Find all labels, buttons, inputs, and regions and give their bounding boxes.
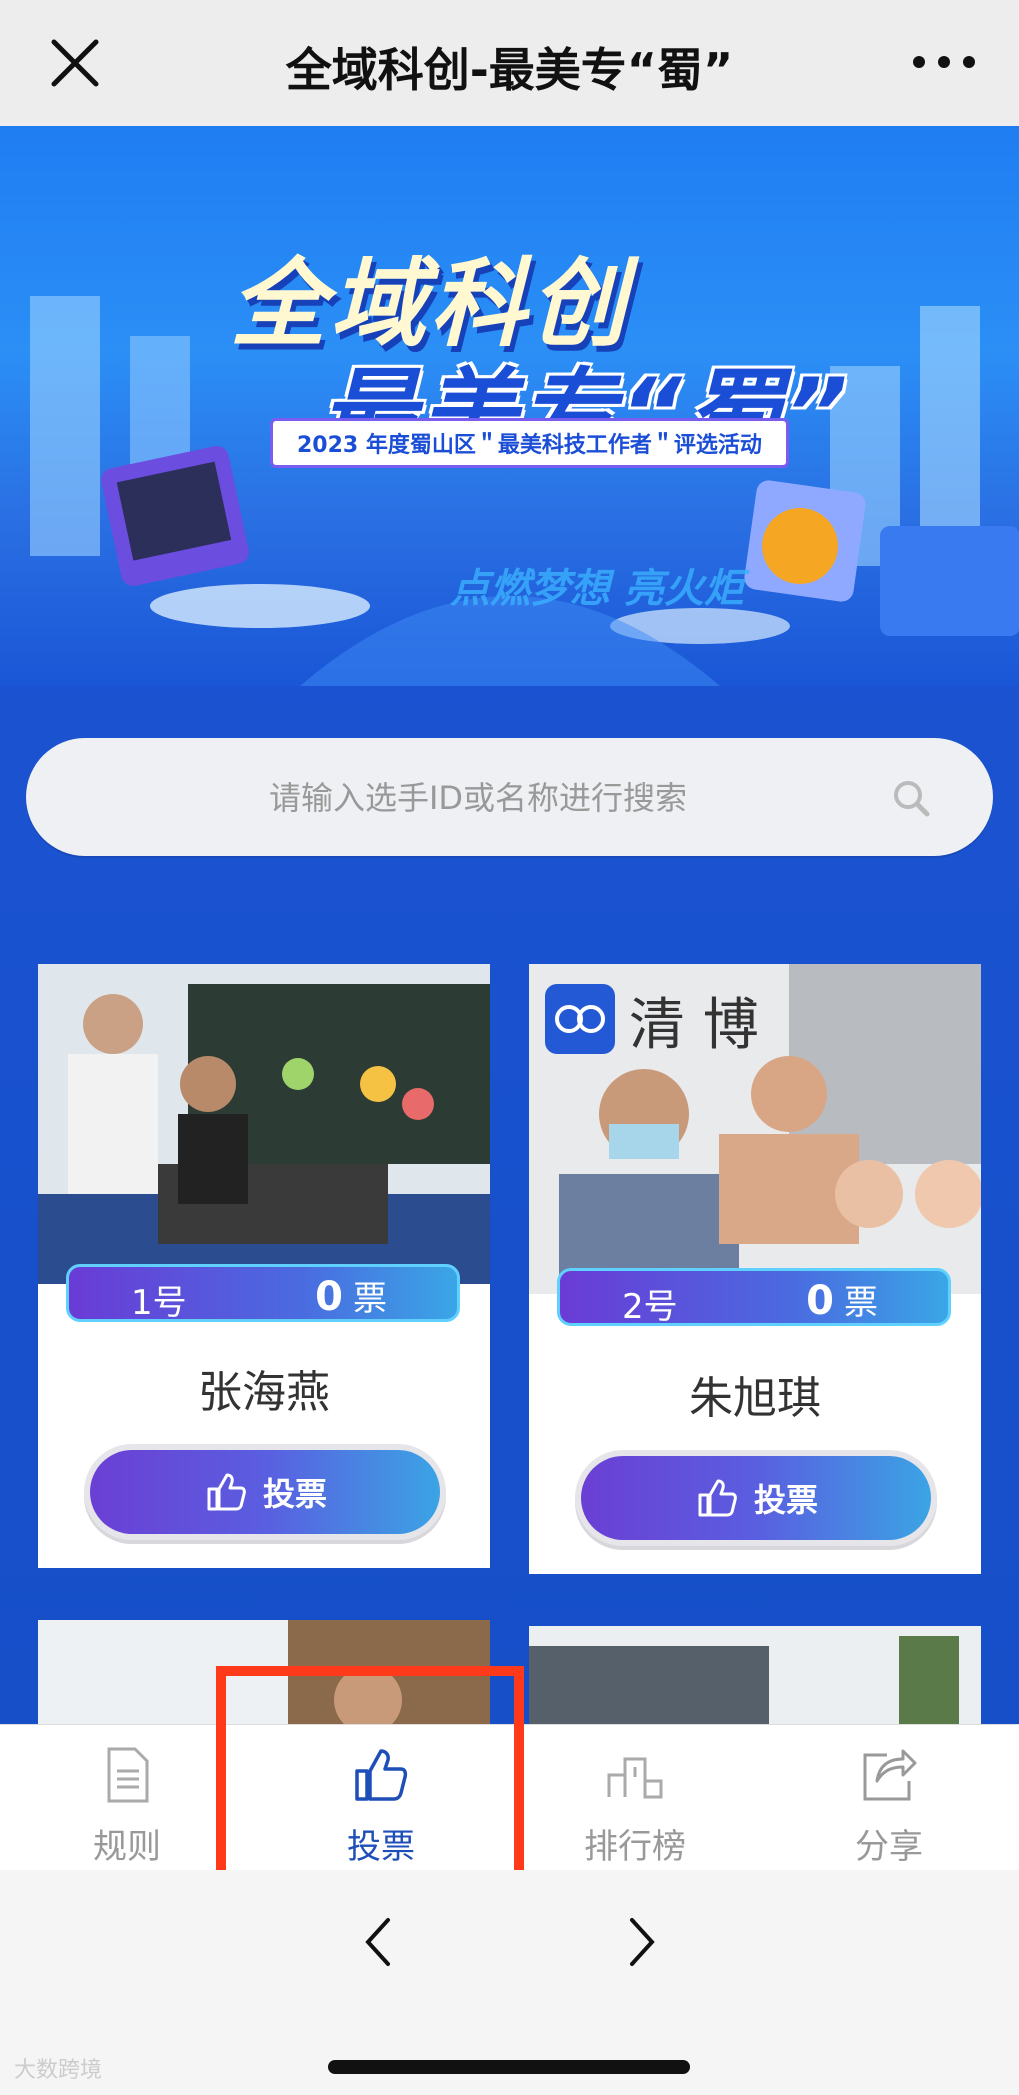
candidate-photo bbox=[529, 1626, 981, 1724]
banner-subtitle: 2023 年度蜀山区＂最美科技工作者＂评选活动 bbox=[270, 418, 789, 468]
home-indicator[interactable] bbox=[328, 2060, 690, 2074]
candidate-badge: 1号 0票 bbox=[66, 1264, 460, 1323]
candidate-card[interactable]: 1号 0票 张海燕 投票 bbox=[38, 964, 490, 1568]
candidate-badge: 2号 0票 bbox=[557, 1268, 951, 1327]
vote-button-label: 投票 bbox=[262, 1475, 327, 1513]
vote-button[interactable]: 投票 bbox=[90, 1450, 440, 1534]
document-icon bbox=[107, 1747, 149, 1803]
tab-leaderboard[interactable]: 排行榜 bbox=[508, 1725, 762, 1871]
share-icon bbox=[863, 1749, 917, 1801]
tab-label: 排行榜 bbox=[584, 1827, 686, 1867]
search-bar[interactable] bbox=[26, 738, 993, 858]
svg-text:清 博: 清 博 bbox=[629, 993, 759, 1058]
more-icon[interactable] bbox=[909, 52, 979, 72]
candidate-votes: 0票 bbox=[315, 1274, 387, 1320]
thumbs-up-icon bbox=[207, 1473, 246, 1511]
candidate-name: 朱旭琪 bbox=[689, 1373, 821, 1424]
forward-arrow-icon[interactable] bbox=[622, 1912, 662, 1972]
banner-slogan: 点燃梦想 亮火炬 bbox=[450, 566, 744, 612]
banner: 全域科创 最美专“蜀” 2023 年度蜀山区＂最美科技工作者＂评选活动 点燃梦想… bbox=[0, 126, 1019, 686]
candidate-card[interactable]: 清 博 2号 0票 朱旭琪 投票 bbox=[529, 964, 981, 1574]
candidate-photo: 清 博 bbox=[529, 964, 981, 1294]
search-input[interactable] bbox=[66, 738, 890, 858]
page-title: 全域科创-最美专“蜀” bbox=[285, 43, 734, 97]
browser-nav-bar: 大数跨境 bbox=[0, 1870, 1019, 2095]
vote-button-label: 投票 bbox=[753, 1481, 818, 1519]
candidate-votes: 0票 bbox=[806, 1278, 878, 1324]
tab-share[interactable]: 分享 bbox=[762, 1725, 1016, 1871]
candidate-number: 2号 bbox=[622, 1287, 678, 1327]
candidate-number: 1号 bbox=[131, 1283, 187, 1323]
candidate-photo bbox=[38, 964, 490, 1284]
vote-button[interactable]: 投票 bbox=[581, 1456, 931, 1540]
candidate-name: 张海燕 bbox=[198, 1367, 330, 1418]
main-content[interactable]: 全域科创 最美专“蜀” 2023 年度蜀山区＂最美科技工作者＂评选活动 点燃梦想… bbox=[0, 126, 1019, 1724]
search-icon[interactable] bbox=[891, 778, 931, 818]
watermark: 大数跨境 bbox=[14, 2058, 103, 2083]
title-bar: 全域科创-最美专“蜀” bbox=[0, 0, 1019, 126]
thumbs-up-icon bbox=[698, 1479, 737, 1517]
podium-icon bbox=[607, 1757, 663, 1799]
back-arrow-icon[interactable] bbox=[358, 1912, 398, 1972]
candidate-card[interactable] bbox=[529, 1626, 981, 1724]
tab-label: 分享 bbox=[855, 1827, 923, 1867]
